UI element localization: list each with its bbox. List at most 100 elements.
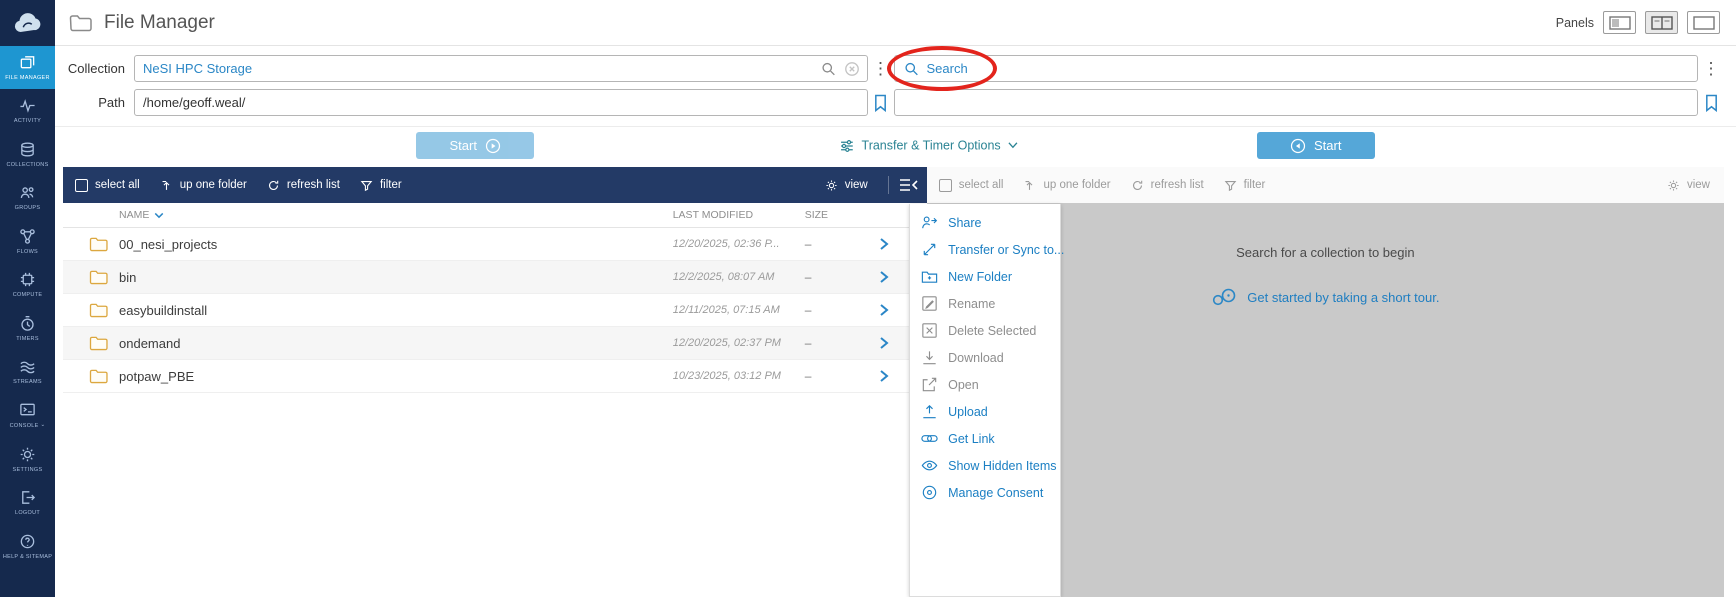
chevron-down-icon <box>1008 142 1019 150</box>
select-all-control[interactable]: select all <box>938 178 1003 192</box>
sidebar-item-console[interactable]: CONSOLE ⌄ <box>0 393 55 438</box>
single-panel-button[interactable] <box>1603 11 1636 34</box>
globus-logo[interactable] <box>0 0 55 46</box>
refresh-icon <box>267 179 280 192</box>
sidebar-item-logout[interactable]: LOGOUT <box>0 481 55 524</box>
wide-panel-button[interactable] <box>1687 11 1720 34</box>
select-all-checkbox[interactable] <box>938 178 952 192</box>
sidebar-item-label: HELP & SITEMAP <box>2 553 53 560</box>
path-input[interactable] <box>134 89 868 116</box>
search-icon[interactable] <box>821 61 836 76</box>
open-row-chevron[interactable] <box>867 270 901 284</box>
consent-icon <box>922 485 937 500</box>
folder-icon <box>89 336 108 351</box>
sidebar-item-file-manager[interactable]: FILE MANAGER <box>0 46 55 90</box>
search-collection-input[interactable] <box>893 55 1698 82</box>
start-transfer-right-button[interactable]: Start <box>1256 132 1375 159</box>
refresh-list-button[interactable]: refresh list <box>267 179 340 192</box>
refresh-icon <box>1131 179 1144 192</box>
modified-header[interactable]: LAST MODIFIED <box>673 209 805 221</box>
new-folder-icon <box>921 271 938 283</box>
up-one-folder-button[interactable]: up one folder <box>1023 179 1111 192</box>
menu-item-new-folder[interactable]: New Folder <box>910 263 1060 290</box>
menu-item-rename[interactable]: Rename <box>910 290 1060 317</box>
file-row[interactable]: potpaw_PBE 10/23/2025, 03:12 PM – <box>63 360 927 393</box>
bookmark-icon[interactable] <box>1698 94 1724 112</box>
path-label: Path <box>98 95 125 110</box>
file-row[interactable]: easybuildinstall 12/11/2025, 07:15 AM – <box>63 294 927 327</box>
menu-item-open[interactable]: Open <box>910 371 1060 398</box>
file-row[interactable]: ondemand 12/20/2025, 02:37 PM – <box>63 327 927 360</box>
folder-icon <box>89 237 108 252</box>
sidebar-item-help-sitemap[interactable]: HELP & SITEMAP <box>0 525 55 568</box>
source-pane: select all up one folder refresh list fi… <box>63 167 927 597</box>
menu-item-download[interactable]: Download <box>910 344 1060 371</box>
file-row[interactable]: bin 12/2/2025, 08:07 AM – <box>63 261 927 294</box>
header: File Manager Panels <box>55 0 1736 46</box>
search-menu-dots[interactable]: ⋮ <box>1698 55 1724 82</box>
destination-toolbar: select all up one folder refresh list fi… <box>926 167 1724 203</box>
sidebar-item-groups[interactable]: GROUPS <box>0 176 55 219</box>
sort-by-name-header[interactable]: NAME <box>63 209 673 221</box>
menu-item-manage-consent[interactable]: Manage Consent <box>910 479 1060 506</box>
globus-cloud-icon <box>11 7 45 39</box>
open-row-chevron[interactable] <box>867 303 901 317</box>
up-one-folder-icon <box>1023 179 1036 192</box>
view-button[interactable]: view <box>825 179 868 192</box>
logout-icon <box>19 489 36 506</box>
file-row[interactable]: 00_nesi_projects 12/20/2025, 02:36 P... … <box>63 228 927 261</box>
file-action-menu: Share Transfer or Sync to... New Folder … <box>909 204 1064 597</box>
sidebar-item-timers[interactable]: TIMERS <box>0 307 55 350</box>
sidebar-item-streams[interactable]: STREAMS <box>0 350 55 393</box>
page-title-wrap: File Manager <box>69 12 215 34</box>
collapse-panel-control[interactable] <box>887 176 919 194</box>
sidebar-item-settings[interactable]: SETTINGS <box>0 438 55 481</box>
download-icon <box>923 351 936 365</box>
up-one-folder-button[interactable]: up one folder <box>160 179 247 192</box>
file-table-header: NAME LAST MODIFIED SIZE <box>63 203 927 228</box>
open-row-chevron[interactable] <box>867 336 901 350</box>
collections-icon <box>19 141 36 158</box>
console-icon <box>19 401 36 418</box>
two-panel-button[interactable] <box>1645 11 1678 34</box>
sidebar-item-compute[interactable]: COMPUTE <box>0 263 55 306</box>
sidebar-item-label: GROUPS <box>14 205 41 212</box>
timers-icon <box>19 315 36 332</box>
collection-input[interactable] <box>134 55 868 82</box>
select-all-checkbox[interactable] <box>75 178 88 192</box>
destination-path-input[interactable] <box>893 89 1698 116</box>
tour-icon <box>1213 288 1236 306</box>
start-transfer-left-button[interactable]: Start <box>416 132 535 159</box>
bookmark-icon[interactable] <box>868 94 894 112</box>
menu-item-upload[interactable]: Upload <box>910 398 1060 425</box>
sidebar-item-flows[interactable]: FLOWS <box>0 220 55 263</box>
page-title: File Manager <box>104 11 215 33</box>
size-header[interactable]: SIZE <box>805 209 867 221</box>
open-row-chevron[interactable] <box>867 237 901 251</box>
sidebar-nav: FILE MANAGER ACTIVITY COLLECTIONS GROUPS… <box>0 46 55 597</box>
transfer-options-toggle[interactable]: Transfer & Timer Options <box>840 138 1019 153</box>
open-row-chevron[interactable] <box>867 369 901 383</box>
menu-item-transfer-or-sync[interactable]: Transfer or Sync to... <box>910 236 1064 263</box>
menu-item-show-hidden-items[interactable]: Show Hidden Items <box>910 452 1060 479</box>
filter-button[interactable]: filter <box>1224 179 1265 192</box>
collapse-menu-icon <box>899 179 918 191</box>
sidebar-item-activity[interactable]: ACTIVITY <box>0 89 55 132</box>
sidebar-item-collections[interactable]: COLLECTIONS <box>0 133 55 176</box>
clear-collection-icon[interactable] <box>844 61 860 77</box>
menu-item-share[interactable]: Share <box>910 209 1060 236</box>
filter-funnel-icon <box>360 179 373 192</box>
collection-menu-dots[interactable]: ⋮ <box>868 55 894 82</box>
groups-icon <box>19 184 36 201</box>
select-all-control[interactable]: select all <box>75 178 140 192</box>
menu-item-delete-selected[interactable]: Delete Selected <box>910 317 1060 344</box>
share-icon <box>922 216 938 229</box>
path-row: Path <box>63 89 1724 116</box>
menu-item-get-link[interactable]: Get Link <box>910 425 1060 452</box>
tour-link[interactable]: Get started by taking a short tour. <box>1211 286 1439 308</box>
view-button[interactable]: view <box>1667 179 1710 192</box>
folder-icon <box>89 303 108 318</box>
filter-button[interactable]: filter <box>360 179 402 192</box>
refresh-list-button[interactable]: refresh list <box>1131 179 1204 192</box>
eye-icon <box>921 460 938 471</box>
